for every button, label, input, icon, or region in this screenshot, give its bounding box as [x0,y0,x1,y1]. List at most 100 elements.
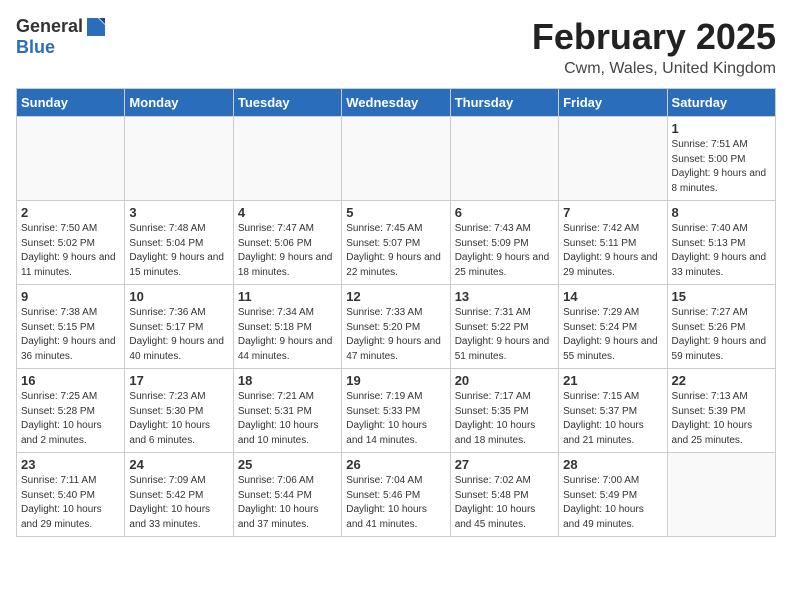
day-number: 22 [672,373,771,388]
day-info: Sunrise: 7:15 AM Sunset: 5:37 PM Dayligh… [563,390,662,448]
calendar-table: SundayMondayTuesdayWednesdayThursdayFrid… [16,88,776,537]
day-number: 12 [346,289,445,304]
day-cell: 13 Sunrise: 7:31 AM Sunset: 5:22 PM Dayli… [450,285,558,369]
day-cell: 20Sunrise: 7:17 AM Sunset: 5:35 PM Dayli… [450,369,558,453]
day-number: 10 [129,289,228,304]
day-cell: 18 Sunrise: 7:21 AM Sunset: 5:31 PM Dayli… [233,369,341,453]
day-number: 7 [563,205,662,220]
day-info: Sunrise: 7:40 AM Sunset: 5:13 PM Dayligh… [672,222,771,280]
day-number: 3 [129,205,228,220]
day-info: Sunrise: 7:06 AM Sunset: 5:44 PM Dayligh… [238,474,337,532]
day-number: 23 [21,457,120,472]
day-number: 17 [129,373,228,388]
day-cell [450,117,558,201]
day-info: Sunrise: 7:51 AM Sunset: 5:00 PM Dayligh… [672,138,771,196]
day-number: 1 [672,121,771,136]
weekday-header-wednesday: Wednesday [342,89,450,117]
day-cell: 9Sunrise: 7:38 AM Sunset: 5:15 PM Daylig… [17,285,125,369]
day-cell: 8 Sunrise: 7:40 AM Sunset: 5:13 PM Daylig… [667,201,775,285]
day-number: 19 [346,373,445,388]
page-header: General Blue February 2025 Cwm, Wales, U… [16,16,776,78]
day-cell: 22 Sunrise: 7:13 AM Sunset: 5:39 PM Dayli… [667,369,775,453]
calendar-title: February 2025 [532,16,776,58]
week-row-3: 9Sunrise: 7:38 AM Sunset: 5:15 PM Daylig… [17,285,776,369]
day-info: Sunrise: 7:00 AM Sunset: 5:49 PM Dayligh… [563,474,662,532]
day-info: Sunrise: 7:17 AM Sunset: 5:35 PM Dayligh… [455,390,554,448]
day-number: 14 [563,289,662,304]
day-info: Sunrise: 7:11 AM Sunset: 5:40 PM Dayligh… [21,474,120,532]
day-cell: 6 Sunrise: 7:43 AM Sunset: 5:09 PM Daylig… [450,201,558,285]
day-info: Sunrise: 7:48 AM Sunset: 5:04 PM Dayligh… [129,222,228,280]
day-cell: 5Sunrise: 7:45 AM Sunset: 5:07 PM Daylig… [342,201,450,285]
day-number: 11 [238,289,337,304]
day-cell: 7 Sunrise: 7:42 AM Sunset: 5:11 PM Daylig… [559,201,667,285]
day-cell: 4 Sunrise: 7:47 AM Sunset: 5:06 PM Daylig… [233,201,341,285]
day-number: 24 [129,457,228,472]
logo-blue: Blue [16,38,55,58]
day-number: 4 [238,205,337,220]
day-cell: 17 Sunrise: 7:23 AM Sunset: 5:30 PM Dayli… [125,369,233,453]
day-info: Sunrise: 7:42 AM Sunset: 5:11 PM Dayligh… [563,222,662,280]
day-info: Sunrise: 7:13 AM Sunset: 5:39 PM Dayligh… [672,390,771,448]
day-info: Sunrise: 7:04 AM Sunset: 5:46 PM Dayligh… [346,474,445,532]
day-info: Sunrise: 7:25 AM Sunset: 5:28 PM Dayligh… [21,390,120,448]
day-info: Sunrise: 7:21 AM Sunset: 5:31 PM Dayligh… [238,390,337,448]
weekday-header-sunday: Sunday [17,89,125,117]
day-number: 15 [672,289,771,304]
day-cell [342,117,450,201]
day-cell: 27Sunrise: 7:02 AM Sunset: 5:48 PM Dayli… [450,453,558,537]
day-info: Sunrise: 7:38 AM Sunset: 5:15 PM Dayligh… [21,306,120,364]
day-cell [667,453,775,537]
day-cell: 23 Sunrise: 7:11 AM Sunset: 5:40 PM Dayli… [17,453,125,537]
day-cell: 19Sunrise: 7:19 AM Sunset: 5:33 PM Dayli… [342,369,450,453]
day-info: Sunrise: 7:29 AM Sunset: 5:24 PM Dayligh… [563,306,662,364]
logo-general: General [16,17,83,37]
day-number: 26 [346,457,445,472]
day-number: 16 [21,373,120,388]
day-cell: 1 Sunrise: 7:51 AM Sunset: 5:00 PM Daylig… [667,117,775,201]
weekday-header-tuesday: Tuesday [233,89,341,117]
week-row-1: 1 Sunrise: 7:51 AM Sunset: 5:00 PM Daylig… [17,117,776,201]
day-cell: 16 Sunrise: 7:25 AM Sunset: 5:28 PM Dayli… [17,369,125,453]
day-info: Sunrise: 7:09 AM Sunset: 5:42 PM Dayligh… [129,474,228,532]
week-row-4: 16 Sunrise: 7:25 AM Sunset: 5:28 PM Dayli… [17,369,776,453]
day-cell: 11Sunrise: 7:34 AM Sunset: 5:18 PM Dayli… [233,285,341,369]
weekday-header-friday: Friday [559,89,667,117]
day-number: 6 [455,205,554,220]
day-cell [233,117,341,201]
weekday-header-thursday: Thursday [450,89,558,117]
day-number: 28 [563,457,662,472]
day-number: 21 [563,373,662,388]
title-block: February 2025 Cwm, Wales, United Kingdom [532,16,776,78]
weekday-header-saturday: Saturday [667,89,775,117]
day-cell: 12Sunrise: 7:33 AM Sunset: 5:20 PM Dayli… [342,285,450,369]
day-cell: 3 Sunrise: 7:48 AM Sunset: 5:04 PM Daylig… [125,201,233,285]
day-cell: 21 Sunrise: 7:15 AM Sunset: 5:37 PM Dayli… [559,369,667,453]
day-cell: 28 Sunrise: 7:00 AM Sunset: 5:49 PM Dayli… [559,453,667,537]
day-number: 13 [455,289,554,304]
day-cell: 26 Sunrise: 7:04 AM Sunset: 5:46 PM Dayli… [342,453,450,537]
day-info: Sunrise: 7:47 AM Sunset: 5:06 PM Dayligh… [238,222,337,280]
weekday-header-monday: Monday [125,89,233,117]
day-number: 18 [238,373,337,388]
day-info: Sunrise: 7:36 AM Sunset: 5:17 PM Dayligh… [129,306,228,364]
day-number: 25 [238,457,337,472]
day-cell: 25 Sunrise: 7:06 AM Sunset: 5:44 PM Dayli… [233,453,341,537]
day-cell: 24 Sunrise: 7:09 AM Sunset: 5:42 PM Dayli… [125,453,233,537]
day-number: 2 [21,205,120,220]
day-info: Sunrise: 7:31 AM Sunset: 5:22 PM Dayligh… [455,306,554,364]
logo: General Blue [16,16,107,58]
calendar-subtitle: Cwm, Wales, United Kingdom [532,60,776,78]
week-row-2: 2Sunrise: 7:50 AM Sunset: 5:02 PM Daylig… [17,201,776,285]
day-cell: 10 Sunrise: 7:36 AM Sunset: 5:17 PM Dayli… [125,285,233,369]
day-info: Sunrise: 7:27 AM Sunset: 5:26 PM Dayligh… [672,306,771,364]
day-number: 8 [672,205,771,220]
day-number: 5 [346,205,445,220]
day-cell [125,117,233,201]
day-cell: 14 Sunrise: 7:29 AM Sunset: 5:24 PM Dayli… [559,285,667,369]
day-info: Sunrise: 7:43 AM Sunset: 5:09 PM Dayligh… [455,222,554,280]
weekday-header-row: SundayMondayTuesdayWednesdayThursdayFrid… [17,89,776,117]
day-info: Sunrise: 7:23 AM Sunset: 5:30 PM Dayligh… [129,390,228,448]
day-cell: 15 Sunrise: 7:27 AM Sunset: 5:26 PM Dayli… [667,285,775,369]
day-cell [559,117,667,201]
